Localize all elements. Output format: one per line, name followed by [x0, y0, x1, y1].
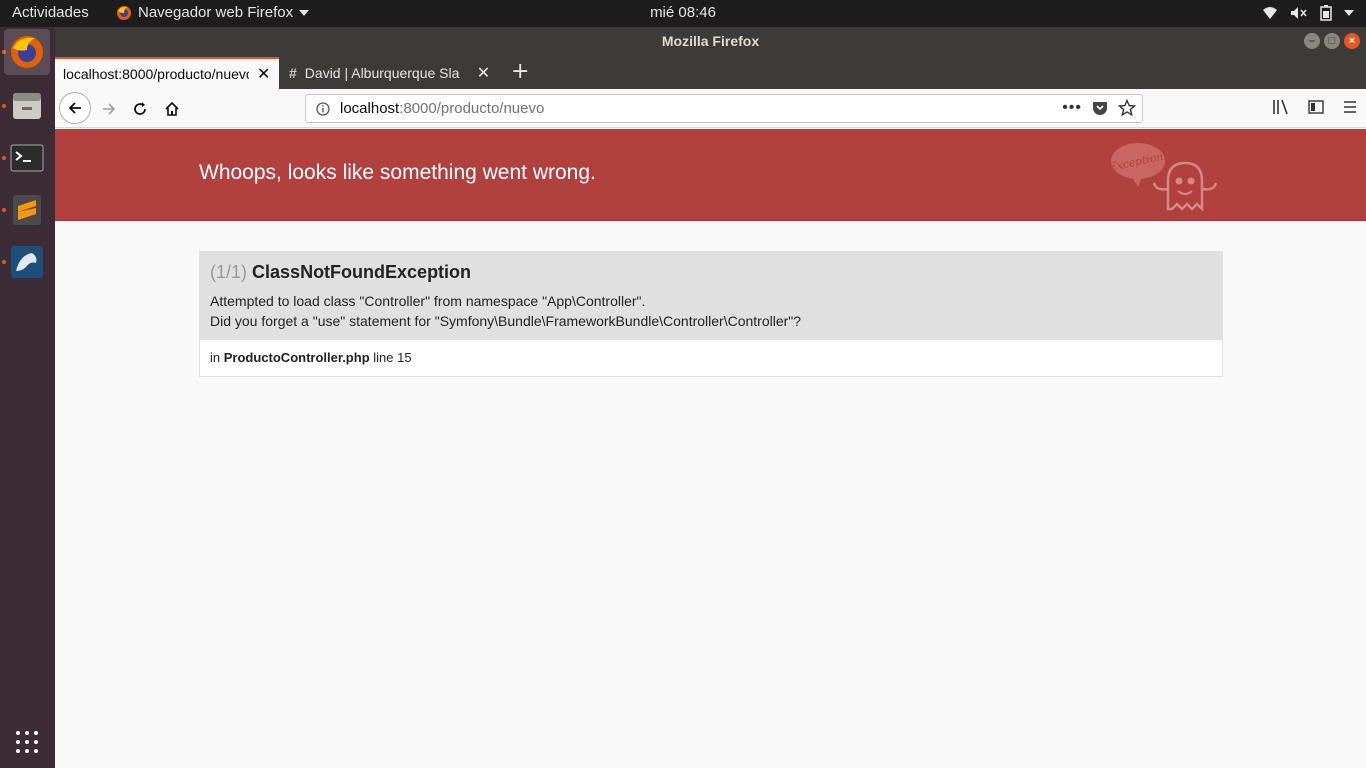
exception-class: ClassNotFoundException	[252, 262, 472, 282]
toolbar-right	[1272, 99, 1358, 115]
window-titlebar[interactable]: Mozilla Firefox – □ ×	[55, 27, 1366, 54]
exception-summary: (1/1) ClassNotFoundException Attempted t…	[200, 252, 1222, 340]
exception-count: (1/1)	[210, 262, 248, 282]
exception-title: (1/1) ClassNotFoundException	[210, 262, 1212, 283]
exception-message-line-1: Attempted to load class "Controller" fro…	[210, 293, 646, 309]
show-apps-icon	[16, 731, 38, 753]
chevron-down-icon	[1344, 10, 1354, 16]
exception-message: Attempted to load class "Controller" fro…	[210, 291, 1212, 331]
page-content: Whoops, looks like something went wrong.…	[55, 129, 1366, 768]
pocket-icon[interactable]	[1092, 100, 1108, 116]
reload-button[interactable]	[126, 95, 154, 123]
hamburger-menu-icon[interactable]	[1342, 100, 1358, 114]
sidebar-icon[interactable]	[1308, 99, 1324, 115]
exception-message-line-2: Did you forget a "use" statement for "Sy…	[210, 313, 802, 329]
navigation-toolbar: localhost:8000/producto/nuevo •••	[55, 89, 1366, 128]
back-button[interactable]	[59, 92, 91, 124]
close-tab-icon[interactable]: ✕	[477, 63, 490, 83]
system-tray[interactable]	[1262, 5, 1354, 21]
home-icon	[165, 101, 179, 116]
slack-hash-icon: #	[289, 65, 297, 81]
exception-trace: in ProductoController.php line 15	[200, 340, 1222, 375]
arrow-left-icon	[68, 102, 81, 114]
dock-sublime-text[interactable]	[4, 187, 50, 233]
dock-files[interactable]	[4, 83, 50, 129]
dock-terminal[interactable]	[4, 135, 50, 181]
firefox-icon	[117, 5, 131, 20]
terminal-icon	[10, 144, 44, 172]
window-controls: – □ ×	[1304, 33, 1360, 49]
system-top-bar: Actividades Navegador web Firefox mié 08…	[0, 0, 1366, 27]
info-icon[interactable]	[316, 101, 330, 116]
tab-strip: localhost:8000/producto/nuevo ✕ # David …	[55, 54, 1366, 89]
tab-title: localhost:8000/producto/nuevo	[63, 66, 249, 82]
wifi-icon	[1263, 7, 1277, 19]
exception-header: Whoops, looks like something went wrong.…	[55, 129, 1366, 221]
app-menu-label: Navegador web Firefox	[138, 4, 294, 21]
exception-ghost-logo: Exception!	[1110, 143, 1218, 213]
volume-muted-icon	[1291, 7, 1307, 19]
trace-file: ProductoController.php	[223, 350, 370, 365]
trace-line: line 15	[373, 350, 412, 365]
minimize-button[interactable]: –	[1304, 33, 1320, 49]
home-button[interactable]	[158, 95, 186, 123]
mysql-workbench-icon	[11, 246, 43, 278]
error-message: Whoops, looks like something went wrong.	[199, 161, 596, 184]
arrow-right-icon	[103, 103, 116, 115]
dock	[0, 27, 55, 768]
dock-show-applications[interactable]	[4, 719, 50, 765]
url-host: localhost	[340, 100, 400, 117]
firefox-icon	[11, 36, 43, 68]
app-menu[interactable]: Navegador web Firefox	[116, 4, 310, 21]
battery-icon	[1320, 5, 1332, 21]
page-actions-icon[interactable]: •••	[1062, 99, 1082, 117]
new-tab-button[interactable]: +	[511, 61, 529, 83]
forward-button[interactable]	[95, 95, 123, 123]
exception-box: (1/1) ClassNotFoundException Attempted t…	[199, 251, 1223, 377]
tab-title: David | Alburquerque Sla	[304, 65, 460, 81]
url-path: :8000/producto/nuevo	[399, 100, 545, 117]
tab-david[interactable]: # David | Alburquerque Sla ✕	[281, 57, 503, 89]
url-bar[interactable]: localhost:8000/producto/nuevo •••	[305, 94, 1143, 123]
url-bar-actions: •••	[1062, 99, 1136, 117]
maximize-button[interactable]: □	[1324, 33, 1340, 49]
tab-localhost[interactable]: localhost:8000/producto/nuevo ✕	[55, 57, 279, 89]
bookmark-star-icon[interactable]	[1118, 99, 1136, 117]
reload-icon	[134, 102, 146, 115]
dock-mysql-workbench[interactable]	[4, 239, 50, 285]
close-tab-icon[interactable]: ✕	[257, 64, 270, 84]
activities-button[interactable]: Actividades	[12, 4, 89, 21]
close-window-button[interactable]: ×	[1344, 33, 1360, 49]
window-title: Mozilla Firefox	[661, 33, 760, 49]
trace-in: in	[210, 350, 221, 365]
chevron-down-icon	[299, 9, 310, 16]
sublime-text-icon	[13, 195, 41, 225]
files-icon	[13, 93, 41, 119]
dock-firefox[interactable]	[4, 29, 50, 75]
library-icon[interactable]	[1272, 99, 1290, 115]
